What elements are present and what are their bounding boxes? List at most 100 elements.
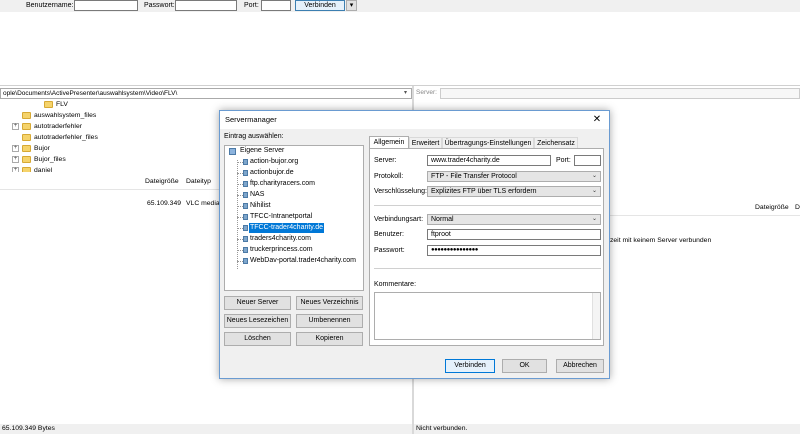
not-connected-message: zeit mit keinem Server verbunden [610,237,712,244]
encryption-select[interactable]: Explizites FTP über TLS erfordern ⌄ [427,186,601,197]
password-input[interactable] [175,0,237,11]
chevron-down-icon: ⌄ [591,188,597,194]
server-item[interactable]: NAS [249,190,265,200]
new-folder-button[interactable]: Neues Verzeichnis [296,296,363,310]
quickconnect-dropdown-icon[interactable]: ▾ [346,0,357,11]
server-root[interactable]: Eigene Server [239,146,285,156]
password-label: Passwort: [144,2,175,9]
server-icon [243,214,248,220]
tree-item[interactable]: auswahlsystem_files [22,111,96,121]
server-item[interactable]: WebDav-portal.trader4charity.com [249,256,357,266]
expand-icon[interactable]: + [12,144,19,152]
folder-icon [44,100,53,108]
chevron-down-icon: ⌄ [591,173,597,179]
server-item[interactable]: ftp.charityracers.com [249,179,316,189]
server-item[interactable]: TFCC-Intranetportal [249,212,313,222]
server-item[interactable]: actionbujor.de [249,168,295,178]
ok-button[interactable]: OK [502,359,547,373]
port-input[interactable] [574,155,601,166]
file-type: VLC media [186,200,220,207]
expand-icon[interactable]: + [12,122,19,130]
select-entry-label: Eintrag auswählen: [224,133,284,140]
server-input[interactable]: www.trader4charity.de [427,155,551,166]
remote-status-bar: Nicht verbunden. [414,424,800,434]
connect-button[interactable]: Verbinden [445,359,495,373]
expand-icon[interactable]: + [12,166,19,172]
rename-button[interactable]: Umbenennen [296,314,363,328]
tree-item[interactable]: + Bujor [12,144,50,154]
copy-button[interactable]: Kopieren [296,332,363,346]
server-label: Server: [374,157,397,164]
new-server-button[interactable]: Neuer Server [224,296,291,310]
column-size[interactable]: Dateigröße [755,204,789,211]
tree-item[interactable]: + daniel [12,166,52,172]
server-icon [243,247,248,253]
server-item-selected[interactable]: TFCC-trader4charity.de [249,223,325,233]
logon-type-value: Normal [431,216,454,223]
divider [374,205,601,206]
server-icon [243,159,248,165]
new-bookmark-button[interactable]: Neues Lesezeichen [224,314,291,328]
general-tab-panel: Server: www.trader4charity.de Port: Prot… [369,148,604,346]
server-icon [243,225,248,231]
comments-label: Kommentare: [374,281,417,288]
server-icon [243,192,248,198]
root-folder-icon [229,148,236,155]
remote-path-input[interactable] [440,88,800,99]
message-log [0,12,800,86]
port-input[interactable] [261,0,291,11]
server-tree: Eigene Server action-bujor.org actionbuj… [224,145,364,291]
server-item[interactable]: traders4charity.com [249,234,312,244]
user-label: Benutzer: [374,231,404,238]
tree-item-flv[interactable]: FLV [44,100,68,110]
server-icon [243,181,248,187]
cancel-button[interactable]: Abbrechen [556,359,604,373]
port-label: Port: [244,2,259,9]
quickconnect-button[interactable]: Verbinden [295,0,345,11]
delete-button[interactable]: Löschen [224,332,291,346]
server-icon [243,258,248,264]
folder-icon [22,144,31,152]
password-label: Passwort: [374,247,405,254]
logon-type-select[interactable]: Normal ⌄ [427,214,601,225]
username-label: Benutzername: [26,2,74,9]
tree-item[interactable]: autotraderfehler_files [22,133,98,143]
comments-textarea[interactable] [374,292,601,340]
column-size[interactable]: Dateigröße [145,178,179,185]
folder-icon [22,166,31,172]
tree-line [237,160,238,269]
local-path-input[interactable]: ople\Documents\ActivePresenter\auswahlsy… [0,88,412,99]
protocol-label: Protokoll: [374,173,404,180]
quickconnect-bar: Benutzername: Passwort: Port: Verbinden … [0,0,800,12]
chevron-down-icon: ⌄ [591,216,597,222]
tree-item[interactable]: + Bujor_files [12,155,66,165]
local-path-dropdown-icon[interactable]: ▾ [404,89,411,98]
user-input[interactable]: ftproot [427,229,601,240]
protocol-value: FTP - File Transfer Protocol [431,173,517,180]
username-input[interactable] [74,0,138,11]
divider [374,268,601,269]
port-label: Port: [556,157,571,164]
close-icon[interactable]: ✕ [591,114,603,126]
server-icon [243,203,248,209]
server-icon [243,236,248,242]
column-type[interactable]: Dateityp [186,178,211,185]
expand-icon[interactable]: + [12,155,19,163]
folder-icon [22,111,31,119]
encryption-label: Verschlüsselung: [374,188,427,195]
server-item[interactable]: Nihilist [249,201,272,211]
comments-scrollbar[interactable] [592,293,600,339]
dialog-title: Servermanager [220,111,609,129]
encryption-value: Explizites FTP über TLS erfordern [431,188,537,195]
tree-item[interactable]: + autotraderfehler [12,122,82,132]
server-icon [243,170,248,176]
server-item[interactable]: action-bujor.org [249,157,299,167]
column-type[interactable]: D [795,204,800,211]
server-item[interactable]: truckerprincess.com [249,245,314,255]
folder-icon [22,155,31,163]
local-status-bar: 65.109.349 Bytes [0,424,412,434]
folder-icon [22,133,31,141]
logon-type-label: Verbindungsart: [374,216,424,223]
password-input[interactable]: ●●●●●●●●●●●●●●● [427,245,601,256]
protocol-select[interactable]: FTP - File Transfer Protocol ⌄ [427,171,601,182]
